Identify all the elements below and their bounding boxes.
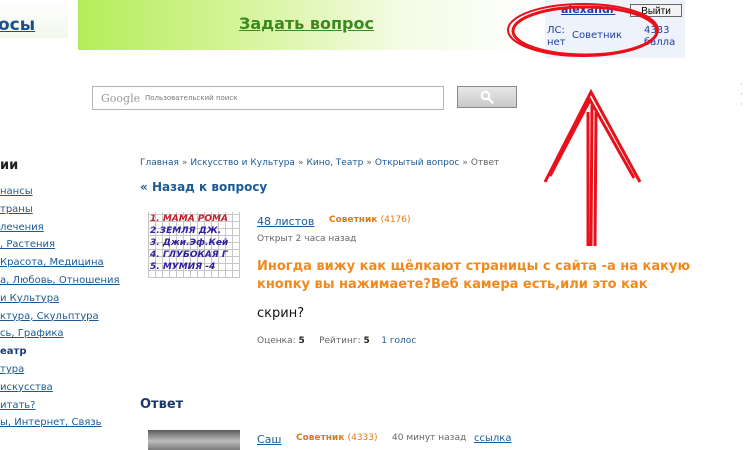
sidebar-item[interactable]: итать?: [0, 400, 35, 411]
rank-points: (4176): [380, 215, 411, 225]
breadcrumb-item[interactable]: Искусство и Культура: [190, 158, 295, 168]
breadcrumb-separator: »: [297, 158, 304, 168]
categories-heading: ии: [0, 158, 19, 173]
sidebar-item[interactable]: а, Любовь, Отношения: [0, 275, 120, 286]
annotation-arrow-shaft: [586, 104, 598, 247]
logout-button[interactable]: Выйти: [630, 4, 682, 17]
answer-rank-name: Советник: [296, 433, 345, 443]
score-value: 5: [298, 336, 305, 346]
breadcrumb: Главная» Искусство и Культура» Кино, Театр…: [140, 158, 499, 168]
rank-name: Советник: [329, 215, 378, 225]
score-label: Оценка:: [257, 336, 296, 346]
user-rank: Советник: [572, 30, 623, 41]
rating-label: Рейтинг:: [319, 336, 361, 346]
ask-question-link[interactable]: Задать вопрос: [239, 14, 374, 33]
question-title: Иногда вижу как щёлкают страницы с сайта…: [257, 259, 691, 292]
avatar-text-line: 1. МАМА РОМА: [150, 214, 228, 224]
points-unit: балла: [644, 37, 676, 48]
sidebar-item[interactable]: и Культура: [0, 293, 59, 304]
google-logo: Google: [101, 92, 141, 105]
rating-value: 5: [363, 336, 370, 346]
private-messages[interactable]: ЛС: нет: [547, 25, 566, 49]
question-opened-time: Открыт 2 часа назад: [257, 234, 357, 244]
question-author-link[interactable]: 48 листов: [257, 215, 314, 228]
answer-author-avatar[interactable]: [148, 430, 240, 450]
question-body: скрин?: [257, 306, 305, 321]
sidebar-item[interactable]: лечения: [0, 222, 44, 233]
question-meta: Оценка: 5 Рейтинг: 5 1 голос: [257, 336, 416, 346]
breadcrumb-separator: »: [366, 158, 372, 168]
scroll-hint: · · ·: [740, 80, 743, 110]
avatar-text-line: 3. Джи.Эф.Кей: [150, 238, 229, 248]
site-logo-link[interactable]: осы: [0, 15, 35, 35]
search-placeholder: Пользовательский поиск: [145, 94, 238, 102]
question-author-rank: Советник (4176): [329, 215, 411, 225]
breadcrumb-item[interactable]: Главная: [140, 158, 179, 168]
breadcrumb-item[interactable]: Кино, Театр: [306, 158, 363, 168]
breadcrumb-current: Ответ: [470, 158, 500, 168]
answer-author-link[interactable]: Саш: [257, 433, 282, 446]
avatar-text-line: 5. МУМИЯ -4: [150, 262, 216, 272]
breadcrumb-item[interactable]: Открытый вопрос: [375, 158, 460, 168]
sidebar-item[interactable]: искусства: [0, 382, 53, 393]
search-input[interactable]: Google Пользовательский поиск: [92, 86, 444, 110]
answer-author-rank: Советник (4333): [296, 433, 378, 443]
magnifier-icon: [480, 90, 494, 104]
back-arrow: «: [140, 180, 148, 194]
sidebar-item[interactable]: траны: [0, 204, 33, 215]
avatar-text-line: 4. ГЛУБОКАЯ Г: [150, 250, 228, 260]
sidebar-item[interactable]: , Растения: [0, 239, 55, 250]
sidebar-item[interactable]: сь, Графика: [0, 328, 64, 339]
avatar-text-line: 2.ЗЕМЛЯ ДЖ.: [150, 226, 222, 236]
search-button[interactable]: [457, 86, 517, 108]
sidebar-item[interactable]: тура: [0, 364, 24, 375]
annotation-arrow-head: [543, 88, 642, 183]
sidebar-item[interactable]: ктура, Скульптура: [0, 311, 99, 322]
breadcrumb-separator: »: [181, 158, 188, 168]
back-to-question: « Назад к вопросу: [140, 180, 267, 194]
author-avatar[interactable]: 1. МАМА РОМА 2.ЗЕМЛЯ ДЖ. 3. Джи.Эф.Кей 4. Г…: [148, 212, 240, 278]
sidebar-item[interactable]: Красота, Медицина: [0, 257, 104, 268]
answer-time: 40 минут назад: [392, 433, 467, 443]
points-value: 4333: [644, 25, 670, 36]
answer-heading: Ответ: [140, 397, 184, 412]
answer-rank-points: (4333): [347, 433, 378, 443]
breadcrumb-separator: »: [462, 158, 468, 168]
back-to-question-link[interactable]: Назад к вопросу: [152, 180, 267, 194]
sidebar-item[interactable]: еатр: [0, 346, 26, 357]
pm-count: нет: [547, 37, 566, 48]
pm-label: ЛС:: [547, 25, 565, 36]
sidebar-item[interactable]: нансы: [0, 186, 33, 197]
user-points: 4333 балла: [644, 25, 675, 49]
username-link[interactable]: alexandr: [561, 3, 615, 16]
answer-permalink[interactable]: ссылка: [474, 433, 511, 444]
sidebar-item[interactable]: ы, Интернет, Связь: [0, 417, 102, 428]
votes-link[interactable]: 1 голос: [381, 336, 416, 346]
